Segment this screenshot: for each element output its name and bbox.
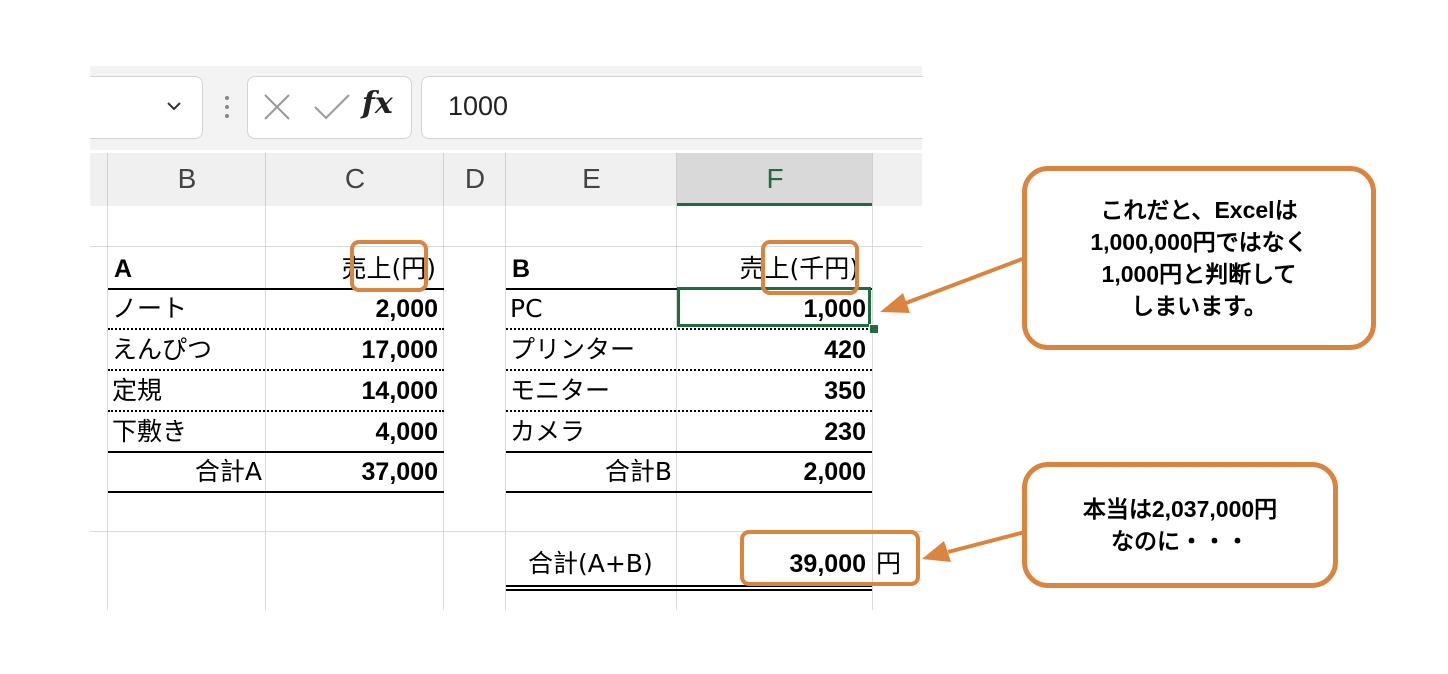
- column-separator: [443, 153, 444, 206]
- column-separator: [107, 153, 108, 206]
- vertical-dots-icon[interactable]: [224, 94, 230, 120]
- callout-correct-total: 本当は2,037,000円 なのに・・・: [1022, 462, 1338, 588]
- column-separator: [265, 153, 266, 206]
- chevron-down-icon[interactable]: [166, 100, 182, 112]
- formula-value: 1000: [448, 91, 509, 121]
- table-b-row-name: カメラ: [510, 417, 586, 446]
- table-a-row-name: 下敷き: [112, 417, 188, 446]
- table-b-row-value: 350: [824, 377, 866, 405]
- table-b-title: B: [512, 255, 531, 283]
- row-divider: [108, 410, 444, 412]
- column-header-d[interactable]: D: [444, 153, 506, 204]
- row-divider: [108, 328, 444, 330]
- table-a-total-label: 合計A: [194, 457, 262, 486]
- table-b-row-name: モニター: [510, 376, 611, 405]
- checkmark-icon[interactable]: [312, 92, 352, 122]
- table-b-row-name: プリンター: [510, 335, 636, 364]
- table-a-row-name: ノート: [112, 294, 188, 323]
- table-b-row-value: 420: [824, 336, 866, 364]
- table-a-total-value: 37,000: [361, 458, 438, 486]
- highlight-yen-unit: [350, 240, 428, 292]
- table-a-row-value: 17,000: [361, 336, 438, 364]
- highlight-grand-total: [740, 530, 920, 586]
- row-divider: [506, 328, 872, 330]
- grid-line: [107, 206, 108, 610]
- row-divider: [506, 410, 872, 412]
- row-divider: [108, 369, 444, 371]
- column-separator: [872, 153, 873, 206]
- callout-line: これだと、Excelは: [1100, 197, 1298, 223]
- column-header-b[interactable]: B: [108, 153, 266, 204]
- callout-line: 1,000,000円ではなく: [1090, 229, 1308, 255]
- table-a-bottom-rule: [108, 491, 444, 493]
- table-b-bottom-rule: [506, 491, 872, 493]
- table-b-row-name: PC: [510, 294, 543, 323]
- callout-line: なのに・・・: [1110, 528, 1249, 554]
- table-b-total-value: 2,000: [803, 458, 866, 486]
- highlight-thousand-yen-unit: [761, 240, 859, 295]
- grid-line: [505, 206, 506, 610]
- grid-line: [443, 206, 444, 610]
- table-b-row-value: 230: [824, 418, 866, 446]
- callout-explanation: これだと、Excelは 1,000,000円ではなく 1,000円と判断して し…: [1022, 166, 1376, 350]
- table-a-row-value: 2,000: [375, 295, 438, 323]
- column-separator: [505, 153, 506, 206]
- table-a-row-value: 14,000: [361, 377, 438, 405]
- callout-line: 本当は2,037,000円: [1082, 496, 1278, 522]
- table-a-row-value: 4,000: [375, 418, 438, 446]
- callout-line: 1,000円と判断して: [1101, 261, 1297, 287]
- fill-handle[interactable]: [869, 324, 879, 334]
- callout-line: しまいます。: [1131, 293, 1267, 319]
- row-divider: [506, 369, 872, 371]
- column-header-f[interactable]: F: [677, 153, 873, 206]
- table-a-row-name: えんぴつ: [112, 335, 213, 364]
- table-a-title: A: [114, 255, 133, 283]
- column-header-c[interactable]: C: [266, 153, 444, 204]
- column-separator: [676, 153, 677, 206]
- name-box[interactable]: [90, 76, 203, 139]
- column-header-e[interactable]: E: [506, 153, 677, 204]
- insert-function-button[interactable]: fx: [362, 84, 393, 124]
- table-a-row-name: 定規: [112, 376, 163, 405]
- table-b-total-label: 合計B: [604, 457, 672, 486]
- grand-total-label: 合計(A+B): [528, 549, 653, 578]
- x-icon[interactable]: [262, 92, 292, 122]
